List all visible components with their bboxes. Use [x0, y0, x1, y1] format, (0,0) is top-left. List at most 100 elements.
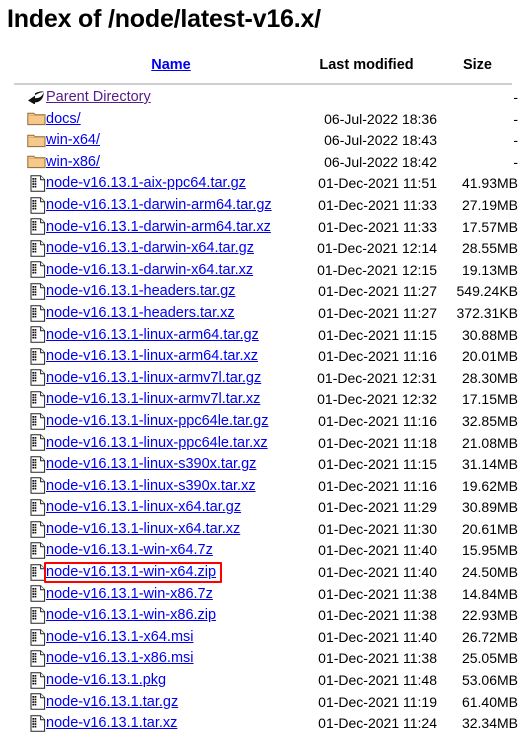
- file-icon: [30, 369, 46, 387]
- table-row: node-v16.13.1-aix-ppc64.tar.gz 01-Dec-202…: [0, 173, 518, 195]
- row-last-modified: 01-Dec-2021 11:40: [318, 628, 437, 645]
- row-last-modified: 01-Dec-2021 12:14: [317, 240, 437, 257]
- file-link[interactable]: node-v16.13.1.tar.gz: [46, 694, 178, 710]
- file-link[interactable]: node-v16.13.1-win-x64.7z: [46, 542, 213, 558]
- directory-table: Name Last modified Size Parent Directory…: [0, 52, 518, 735]
- row-name-cell: node-v16.13.1-darwin-arm64.tar.gz: [46, 195, 296, 217]
- row-size: 30.89MB: [461, 499, 518, 516]
- table-body: Parent Directory - docs/06-Jul-2022 18:36 -…: [0, 87, 518, 735]
- file-icon: [30, 499, 46, 516]
- row-last-modified: 01-Dec-2021 11:38: [318, 607, 437, 624]
- file-icon: [30, 693, 46, 710]
- file-link[interactable]: node-v16.13.1.tar.xz: [46, 715, 177, 731]
- row-name-cell: node-v16.13.1-x86.msi: [46, 648, 296, 670]
- file-link[interactable]: win-x64/: [46, 132, 100, 148]
- row-last-modified: 01-Dec-2021 11:24: [318, 715, 437, 732]
- file-link[interactable]: node-v16.13.1-darwin-x64.tar.xz: [46, 262, 253, 278]
- file-link[interactable]: node-v16.13.1-win-x64.zip: [46, 564, 216, 580]
- row-name-cell: docs/: [46, 109, 296, 131]
- file-link[interactable]: node-v16.13.1-linux-s390x.tar.xz: [46, 478, 256, 494]
- row-name-cell: win-x64/: [46, 130, 296, 152]
- folder-icon: [27, 133, 46, 148]
- row-size: 32.34MB: [461, 715, 518, 732]
- file-link[interactable]: node-v16.13.1.pkg: [46, 672, 166, 688]
- table-row: node-v16.13.1-win-x86.7z 01-Dec-2021 11:3…: [0, 584, 518, 606]
- row-last-modified: 01-Dec-2021 11:15: [318, 456, 437, 473]
- row-name-cell: node-v16.13.1.tar.xz: [46, 713, 296, 735]
- file-link[interactable]: node-v16.13.1-aix-ppc64.tar.gz: [46, 175, 246, 191]
- file-icon: [30, 715, 46, 732]
- file-link[interactable]: node-v16.13.1-headers.tar.gz: [46, 283, 235, 299]
- row-name-cell: node-v16.13.1-linux-armv7l.tar.xz: [46, 389, 296, 411]
- table-row: node-v16.13.1-darwin-arm64.tar.xz 01-Dec-…: [0, 217, 518, 239]
- header-row: Name Last modified Size: [0, 52, 518, 78]
- file-icon: [30, 585, 46, 603]
- row-size: -: [513, 89, 518, 105]
- row-icon-cell: [0, 152, 46, 174]
- row-icon-cell: [0, 648, 46, 670]
- table-row: node-v16.13.1-win-x64.7z 01-Dec-2021 11:4…: [0, 540, 518, 562]
- row-icon-cell: [0, 605, 46, 627]
- row-last-modified: 01-Dec-2021 12:15: [317, 261, 437, 278]
- table-row: node-v16.13.1.pkg 01-Dec-2021 11:48 53.06M…: [0, 670, 518, 692]
- file-link[interactable]: node-v16.13.1-linux-armv7l.tar.gz: [46, 370, 261, 386]
- file-link[interactable]: node-v16.13.1-x64.msi: [46, 629, 194, 645]
- row-icon-cell: [0, 238, 46, 260]
- file-link[interactable]: node-v16.13.1-linux-arm64.tar.xz: [46, 348, 258, 364]
- file-link[interactable]: node-v16.13.1-darwin-arm64.tar.xz: [46, 219, 271, 235]
- file-link[interactable]: Parent Directory: [46, 89, 151, 105]
- row-last-modified: 01-Dec-2021 12:31: [317, 369, 437, 386]
- file-icon: [30, 348, 46, 365]
- file-icon: [30, 434, 46, 451]
- row-last-modified: 01-Dec-2021 11:27: [318, 304, 437, 321]
- row-last-modified: 01-Dec-2021 11:30: [318, 520, 437, 537]
- file-link[interactable]: node-v16.13.1-win-x86.7z: [46, 586, 213, 602]
- row-size: 27.19MB: [461, 196, 518, 213]
- back-arrow-icon: [26, 90, 46, 105]
- row-size: 20.61MB: [461, 520, 518, 537]
- file-link[interactable]: node-v16.13.1-linux-s390x.tar.gz: [46, 456, 256, 472]
- file-icon: [30, 196, 46, 214]
- sort-by-name-link[interactable]: Name: [151, 57, 191, 73]
- file-link[interactable]: node-v16.13.1-linux-x64.tar.xz: [46, 521, 240, 537]
- file-link[interactable]: docs/: [46, 111, 81, 127]
- file-link[interactable]: node-v16.13.1-win-x86.zip: [46, 607, 216, 623]
- file-link[interactable]: node-v16.13.1-darwin-x64.tar.gz: [46, 240, 254, 256]
- file-link[interactable]: node-v16.13.1-linux-x64.tar.gz: [46, 499, 241, 515]
- file-icon: [30, 175, 46, 192]
- row-icon-cell: [0, 713, 46, 735]
- row-name-cell: node-v16.13.1-headers.tar.gz: [46, 281, 296, 303]
- row-size: 21.08MB: [461, 434, 518, 451]
- row-name-cell: node-v16.13.1-linux-arm64.tar.xz: [46, 346, 296, 368]
- file-icon: [30, 672, 46, 689]
- row-last-modified: 01-Dec-2021 11:16: [318, 412, 437, 429]
- row-size: 53.06MB: [461, 672, 518, 689]
- row-name-cell: node-v16.13.1.tar.gz: [46, 692, 296, 714]
- row-last-modified: 01-Dec-2021 11:15: [318, 326, 437, 343]
- row-size: 17.57MB: [461, 218, 518, 235]
- file-icon: [30, 240, 46, 257]
- table-row: node-v16.13.1-darwin-x64.tar.xz 01-Dec-20…: [0, 260, 518, 282]
- row-name-cell: node-v16.13.1.pkg: [46, 670, 296, 692]
- file-link[interactable]: node-v16.13.1-headers.tar.xz: [46, 305, 235, 321]
- file-icon: [30, 283, 46, 300]
- file-link[interactable]: node-v16.13.1-darwin-arm64.tar.gz: [46, 197, 272, 213]
- row-last-modified: 01-Dec-2021 11:29: [318, 499, 437, 516]
- file-link[interactable]: node-v16.13.1-x86.msi: [46, 650, 194, 666]
- row-last-modified: 01-Dec-2021 11:51: [318, 175, 437, 192]
- file-link[interactable]: node-v16.13.1-linux-ppc64le.tar.gz: [46, 413, 268, 429]
- row-name-cell: node-v16.13.1-headers.tar.xz: [46, 303, 296, 325]
- row-size: 32.85MB: [461, 412, 518, 429]
- file-link[interactable]: win-x86/: [46, 154, 100, 170]
- directory-listing: Name Last modified Size Parent Directory…: [0, 52, 518, 735]
- file-link[interactable]: node-v16.13.1-linux-armv7l.tar.xz: [46, 391, 260, 407]
- row-size: 19.62MB: [461, 477, 518, 494]
- file-icon: [30, 520, 46, 538]
- row-last-modified: 01-Dec-2021 11:48: [318, 672, 437, 689]
- row-icon-cell: [0, 346, 46, 368]
- row-icon-cell: [0, 411, 46, 433]
- row-size: -: [513, 110, 518, 127]
- file-link[interactable]: node-v16.13.1-linux-arm64.tar.gz: [46, 327, 259, 343]
- file-icon: [30, 542, 46, 559]
- file-link[interactable]: node-v16.13.1-linux-ppc64le.tar.xz: [46, 435, 268, 451]
